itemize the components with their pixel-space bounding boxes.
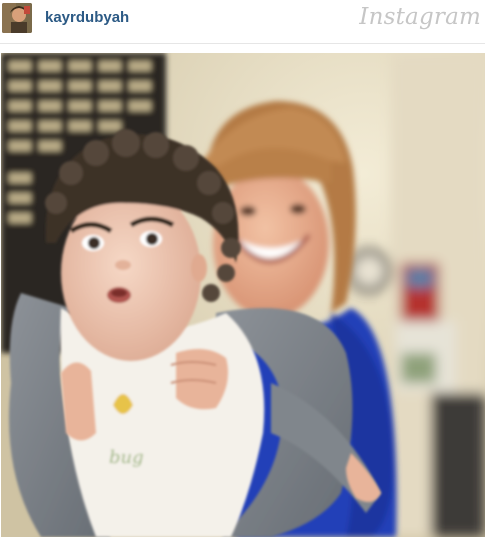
header-divider bbox=[0, 43, 485, 44]
photo-image: bug bbox=[1, 53, 485, 537]
instagram-logo: Instagram bbox=[359, 4, 481, 30]
post-header: kayrdubyah Instagram bbox=[0, 0, 485, 42]
avatar[interactable] bbox=[2, 3, 32, 33]
svg-text:bug: bug bbox=[109, 447, 144, 468]
username-link[interactable]: kayrdubyah bbox=[45, 9, 129, 26]
profile-avatar-icon bbox=[2, 3, 32, 33]
post-photo[interactable]: bug bbox=[1, 53, 485, 537]
